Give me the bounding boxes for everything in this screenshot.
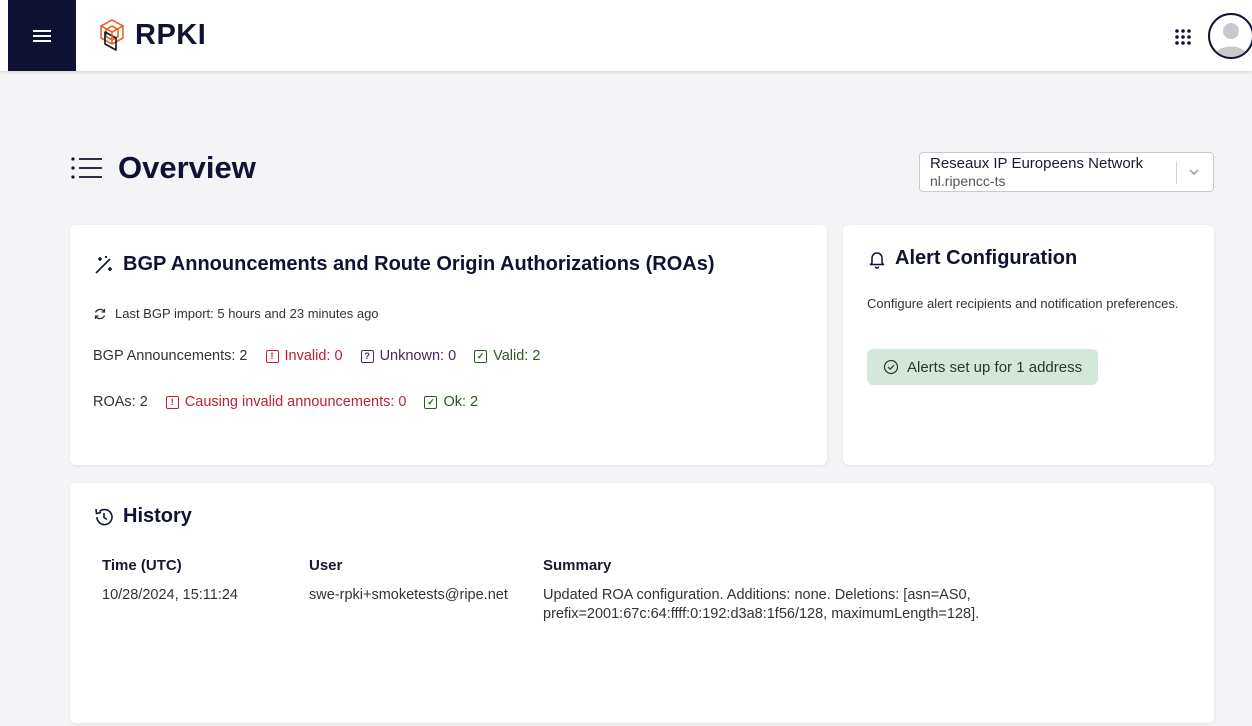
invalid-count: Invalid: 0: [284, 348, 343, 364]
check-circle-icon: [883, 359, 899, 375]
alert-description: Configure alert recipients and notificat…: [867, 296, 1179, 311]
history-icon: [95, 508, 113, 525]
alerts-status-badge[interactable]: Alerts set up for 1 address: [867, 349, 1099, 385]
grid-dots-icon[interactable]: [1172, 26, 1194, 48]
last-import-text: Last BGP import: 5 hours and 23 minutes …: [115, 306, 379, 321]
alerts-status-text: Alerts set up for 1 address: [907, 358, 1083, 376]
check-icon: ✓: [474, 349, 488, 363]
history-title: History: [93, 505, 192, 528]
history-user-cell: swe-rpki+smoketests@ripe.net: [309, 587, 508, 603]
valid-announcements-link[interactable]: ✓ Valid: 2: [474, 348, 540, 364]
organization-id: nl.ripencc-ts: [930, 173, 1006, 189]
unknown-announcements-link[interactable]: ? Unknown: 0: [360, 348, 457, 364]
user-avatar[interactable]: [1208, 13, 1252, 59]
column-header-summary: Summary: [543, 557, 612, 574]
ok-count: Ok: 2: [443, 394, 479, 410]
question-icon: ?: [360, 349, 374, 363]
user-avatar-icon: [1215, 23, 1247, 57]
alert-card: Alert Configuration Configure alert reci…: [843, 225, 1214, 465]
exclamation-icon: !: [265, 349, 279, 363]
hamburger-icon: [33, 29, 51, 42]
menu-button[interactable]: [8, 0, 76, 71]
bgp-card-title-text: BGP Announcements and Route Origin Autho…: [123, 253, 715, 275]
announcements-count: BGP Announcements: 2: [93, 348, 248, 364]
announcements-row: BGP Announcements: 2 ! Invalid: 0 ? Unkn…: [93, 348, 540, 364]
roas-row: ROAs: 2 ! Causing invalid announcements:…: [93, 394, 478, 410]
causing-invalid-link[interactable]: ! Causing invalid announcements: 0: [165, 394, 407, 410]
invalid-announcements-link[interactable]: ! Invalid: 0: [265, 348, 343, 364]
top-bar: RPKI: [0, 0, 1252, 71]
column-header-user: User: [309, 557, 343, 574]
select-divider: [1176, 161, 1177, 184]
alert-card-title-text: Alert Configuration: [895, 247, 1078, 269]
exclamation-icon: !: [165, 395, 179, 409]
magic-wand-icon: [95, 255, 112, 274]
alert-card-title[interactable]: Alert Configuration: [867, 247, 1077, 270]
page-title-text: Overview: [118, 150, 256, 185]
history-title-text: History: [123, 505, 192, 527]
list-icon: [71, 157, 102, 179]
column-header-time: Time (UTC): [102, 557, 182, 574]
bgp-card-title: BGP Announcements and Route Origin Autho…: [93, 253, 715, 276]
valid-count: Valid: 2: [493, 348, 541, 364]
rpki-logo-icon: [100, 19, 124, 51]
roas-count: ROAs: 2: [93, 394, 148, 410]
history-time-cell: 10/28/2024, 15:11:24: [102, 587, 238, 603]
page-title: Overview: [70, 150, 256, 186]
unknown-count: Unknown: 0: [379, 348, 457, 364]
app-logo[interactable]: RPKI: [95, 18, 206, 52]
history-summary-cell: Updated ROA configuration. Additions: no…: [543, 587, 980, 622]
bell-icon: [869, 251, 885, 269]
chevron-down-icon[interactable]: [1186, 164, 1202, 180]
bgp-card: BGP Announcements and Route Origin Autho…: [70, 225, 827, 465]
ok-roas-link[interactable]: ✓ Ok: 2: [424, 394, 478, 410]
organization-name: Reseaux IP Europeens Network: [930, 155, 1144, 172]
last-import-status: Last BGP import: 5 hours and 23 minutes …: [93, 306, 379, 321]
refresh-icon: [94, 308, 106, 319]
causing-invalid-count: Causing invalid announcements: 0: [184, 394, 407, 410]
organization-select[interactable]: Reseaux IP Europeens Network nl.ripencc-…: [919, 152, 1214, 192]
history-card: History Time (UTC) User Summary 10/28/20…: [70, 483, 1214, 723]
check-icon: ✓: [424, 395, 438, 409]
app-logo-text: RPKI: [135, 18, 207, 51]
